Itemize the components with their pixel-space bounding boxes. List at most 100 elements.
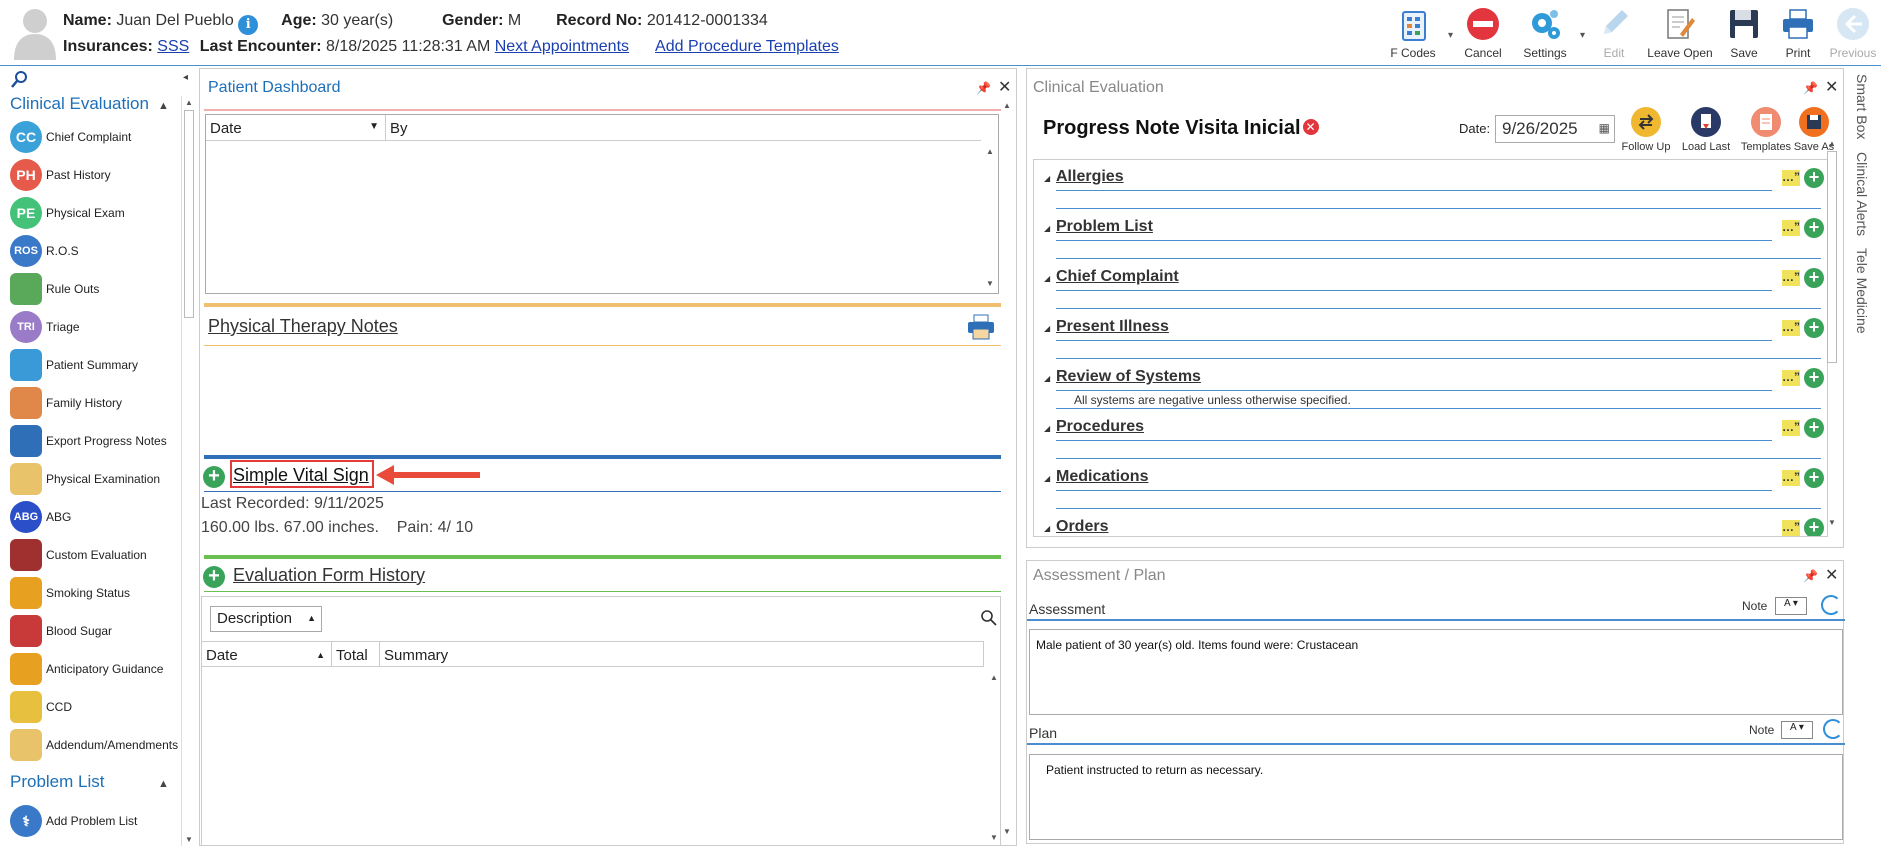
settings-button[interactable]: Settings ▾ (1513, 4, 1585, 62)
sidebar-item-r-o-s[interactable]: ROS R.O.S (10, 234, 79, 268)
section-title[interactable]: Orders (1056, 518, 1108, 536)
scroll-up-icon[interactable]: ▲ (1003, 101, 1011, 110)
scroll-down-icon[interactable]: ▼ (185, 835, 193, 844)
expand-triangle-icon[interactable]: ◢ (1044, 474, 1050, 483)
expand-triangle-icon[interactable]: ◢ (1044, 324, 1050, 333)
calendar-icon[interactable]: ▦ (1599, 121, 1610, 135)
quick-text-icon[interactable]: …” (1782, 170, 1800, 186)
templates-button[interactable]: Templates (1737, 107, 1795, 153)
refresh-icon[interactable] (1823, 719, 1843, 739)
remove-note-icon[interactable]: ✕ (1302, 119, 1319, 135)
add-icon[interactable]: + (1804, 318, 1824, 338)
pin-icon[interactable]: 📌 (976, 81, 991, 95)
total-column-header[interactable]: Total (332, 642, 380, 666)
chevron-up-icon[interactable]: ▲ (158, 778, 169, 790)
dashboard-scrollbar[interactable]: ▲ ▼ (1000, 93, 1014, 843)
previous-button[interactable]: Previous (1825, 4, 1881, 62)
close-icon[interactable]: ✕ (1825, 77, 1838, 97)
sidebar-item-patient-summary[interactable]: Patient Summary (10, 348, 138, 382)
summary-column-header[interactable]: Summary (380, 642, 984, 666)
date-column-header[interactable]: Date ▲ (202, 642, 332, 666)
by-column-header[interactable]: By (386, 115, 981, 140)
fcodes-button[interactable]: F Codes ▾ (1381, 4, 1453, 62)
quick-text-icon[interactable]: …” (1782, 420, 1800, 436)
scroll-down-icon[interactable]: ▼ (1828, 518, 1836, 527)
leave-open-button[interactable]: Leave Open (1643, 4, 1717, 62)
problem-list-header[interactable]: Problem List (10, 772, 104, 792)
sidebar-item-abg[interactable]: ABG ABG (10, 500, 71, 534)
section-title[interactable]: Allergies (1056, 168, 1124, 186)
quick-text-icon[interactable]: …” (1782, 370, 1800, 386)
description-dropdown[interactable]: Description ▲ (210, 606, 322, 632)
collapse-left-icon[interactable]: ◂ (183, 72, 188, 83)
note-format-dropdown[interactable]: A ▾ (1775, 597, 1807, 615)
physical-therapy-notes-title[interactable]: Physical Therapy Notes (208, 316, 398, 337)
dropdown-icon[interactable]: ▼ (369, 121, 379, 132)
edit-button[interactable]: Edit (1585, 4, 1643, 62)
quick-text-icon[interactable]: …” (1782, 470, 1800, 486)
section-title[interactable]: Present Illness (1056, 318, 1169, 336)
scroll-down-icon[interactable]: ▼ (986, 279, 994, 288)
cancel-button[interactable]: Cancel (1453, 4, 1513, 62)
info-icon[interactable]: i (238, 15, 259, 35)
date-column-header[interactable]: Date ▼ (206, 115, 386, 140)
scroll-up-icon[interactable]: ▲ (986, 147, 994, 156)
section-title[interactable]: Problem List (1056, 218, 1153, 236)
sidebar-item-addendum-amendments[interactable]: Addendum/Amendments (10, 728, 178, 762)
tab-smart-box[interactable]: Smart Box (1854, 74, 1870, 139)
add-evaluation-form-button[interactable]: + (203, 566, 225, 588)
quick-text-icon[interactable]: …” (1782, 520, 1800, 536)
add-icon[interactable]: + (1804, 368, 1824, 388)
insurance-link[interactable]: SSS (157, 38, 189, 55)
sidebar-item-ccd[interactable]: CCD (10, 690, 72, 724)
save-button[interactable]: Save (1717, 4, 1771, 62)
sidebar-item-past-history[interactable]: PH Past History (10, 158, 111, 192)
pin-icon[interactable]: 📌 (1803, 81, 1818, 95)
tab-tele-medicine[interactable]: Tele Medicine (1854, 248, 1870, 334)
add-icon[interactable]: + (1804, 518, 1824, 536)
chevron-up-icon[interactable]: ▲ (158, 100, 169, 112)
sidebar-item-triage[interactable]: TRI Triage (10, 310, 80, 344)
add-icon[interactable]: + (1804, 468, 1824, 488)
assessment-textarea[interactable]: Male patient of 30 year(s) old. Items fo… (1029, 629, 1843, 715)
add-icon[interactable]: + (1804, 168, 1824, 188)
sidebar-item-physical-exam[interactable]: PE Physical Exam (10, 196, 125, 230)
sidebar-item-physical-examination[interactable]: Physical Examination (10, 462, 160, 496)
sections-scrollbar[interactable]: ▲ ▼ (1825, 137, 1839, 529)
sidebar-item-smoking-status[interactable]: Smoking Status (10, 576, 130, 610)
follow-up-button[interactable]: Follow Up (1617, 107, 1675, 153)
date-field[interactable]: 9/26/2025 ▦ (1495, 115, 1615, 143)
load-last-button[interactable]: Load Last (1677, 107, 1735, 153)
expand-triangle-icon[interactable]: ◢ (1044, 274, 1050, 283)
sidebar-item-family-history[interactable]: Family History (10, 386, 122, 420)
clinical-evaluation-header[interactable]: Clinical Evaluation (10, 94, 149, 114)
add-problem-list-item[interactable]: ⚕ Add Problem List (10, 804, 137, 838)
sidebar-item-custom-evaluation[interactable]: Custom Evaluation (10, 538, 147, 572)
next-appointments-link[interactable]: Next Appointments (495, 38, 629, 55)
note-format-dropdown[interactable]: A ▾ (1781, 721, 1813, 739)
scroll-up-icon[interactable]: ▲ (1828, 139, 1836, 148)
search-icon[interactable] (10, 70, 30, 90)
sections-scroll-thumb[interactable] (1827, 151, 1837, 363)
left-scroll-thumb[interactable] (184, 110, 194, 318)
add-vital-sign-button[interactable]: + (203, 466, 225, 488)
expand-triangle-icon[interactable]: ◢ (1044, 524, 1050, 533)
section-title[interactable]: Review of Systems (1056, 368, 1201, 386)
sidebar-item-chief-complaint[interactable]: CC Chief Complaint (10, 120, 131, 154)
scroll-up-icon[interactable]: ▲ (990, 673, 998, 682)
search-icon[interactable] (980, 609, 998, 627)
left-scrollbar[interactable]: ▲ ▼ (181, 96, 195, 846)
expand-triangle-icon[interactable]: ◢ (1044, 174, 1050, 183)
print-button[interactable]: Print (1771, 4, 1825, 62)
sidebar-item-anticipatory-guidance[interactable]: Anticipatory Guidance (10, 652, 163, 686)
sidebar-item-blood-sugar[interactable]: Blood Sugar (10, 614, 112, 648)
sidebar-item-export-progress-notes[interactable]: Export Progress Notes (10, 424, 167, 458)
evaluation-form-history-title[interactable]: Evaluation Form History (233, 565, 425, 586)
quick-text-icon[interactable]: …” (1782, 220, 1800, 236)
expand-triangle-icon[interactable]: ◢ (1044, 374, 1050, 383)
section-title[interactable]: Procedures (1056, 418, 1144, 436)
section-title[interactable]: Medications (1056, 468, 1148, 486)
section-title[interactable]: Chief Complaint (1056, 268, 1179, 286)
scroll-up-icon[interactable]: ▲ (185, 98, 193, 107)
add-icon[interactable]: + (1804, 418, 1824, 438)
